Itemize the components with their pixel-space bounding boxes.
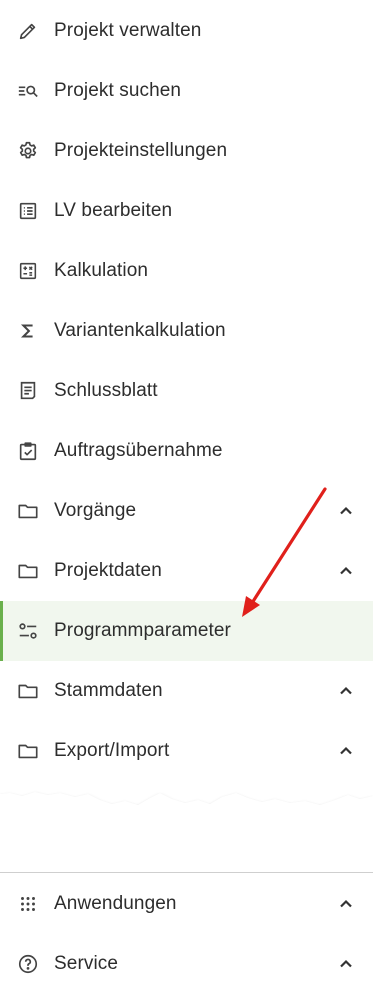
menu-item-variantenkalkulation[interactable]: Variantenkalkulation <box>0 301 373 361</box>
chevron-up-icon[interactable] <box>336 894 356 914</box>
sigma-icon <box>16 319 40 343</box>
menu-item-auftragsuebernahme[interactable]: Auftragsübernahme <box>0 421 373 481</box>
chevron-up-icon[interactable] <box>336 954 356 974</box>
menu-item-label: Service <box>54 953 119 974</box>
menu-item-label: Programmparameter <box>54 620 231 641</box>
chevron-up-icon[interactable] <box>336 741 356 761</box>
folder-icon <box>16 499 40 523</box>
list-document-icon <box>16 199 40 223</box>
folder-icon <box>16 679 40 703</box>
menu-item-label: Vorgänge <box>54 500 137 521</box>
menu-item-label: Projekt suchen <box>54 80 182 101</box>
menu-item-anwendungen[interactable]: Anwendungen <box>0 874 373 934</box>
menu-item-label: Stammdaten <box>54 680 163 701</box>
pencil-icon <box>16 19 40 43</box>
menu-item-service[interactable]: Service <box>0 934 373 994</box>
folder-icon <box>16 739 40 763</box>
menu-item-schlussblatt[interactable]: Schlussblatt <box>0 361 373 421</box>
menu-item-label: Projektdaten <box>54 560 162 581</box>
torn-edge-divider <box>0 792 373 822</box>
menu-item-vorgaenge[interactable]: Vorgänge <box>0 481 373 541</box>
menu-item-export-import[interactable]: Export/Import <box>0 721 373 781</box>
menu-item-label: Variantenkalkulation <box>54 320 226 341</box>
menu-item-projekt-verwalten[interactable]: Projekt verwalten <box>0 1 373 61</box>
menu-item-label: LV bearbeiten <box>54 200 173 221</box>
menu-item-label: Projekt verwalten <box>54 20 202 41</box>
menu-item-label: Auftragsübernahme <box>54 440 223 461</box>
clipboard-check-icon <box>16 439 40 463</box>
menu-item-projekt-suchen[interactable]: Projekt suchen <box>0 61 373 121</box>
menu-item-label: Kalkulation <box>54 260 149 281</box>
menu-item-label: Anwendungen <box>54 893 177 914</box>
chevron-up-icon[interactable] <box>336 501 356 521</box>
help-circle-icon <box>16 952 40 976</box>
menu-item-programmparameter[interactable]: Programmparameter <box>0 601 373 661</box>
menu-item-kalkulation[interactable]: Kalkulation <box>0 241 373 301</box>
bottom-divider <box>0 872 373 873</box>
gear-icon <box>16 139 40 163</box>
apps-grid-icon <box>16 892 40 916</box>
folder-icon <box>16 559 40 583</box>
menu-item-projektdaten[interactable]: Projektdaten <box>0 541 373 601</box>
calculator-icon <box>16 259 40 283</box>
chevron-up-icon[interactable] <box>336 561 356 581</box>
chevron-up-icon[interactable] <box>336 681 356 701</box>
settings-sliders-icon <box>16 619 40 643</box>
menu-item-stammdaten[interactable]: Stammdaten <box>0 661 373 721</box>
menu-item-label: Export/Import <box>54 740 170 761</box>
menu-item-label: Projekteinstellungen <box>54 140 228 161</box>
menu-item-projekteinstellungen[interactable]: Projekteinstellungen <box>0 121 373 181</box>
receipt-icon <box>16 379 40 403</box>
search-list-icon <box>16 79 40 103</box>
menu-item-lv-bearbeiten[interactable]: LV bearbeiten <box>0 181 373 241</box>
menu-item-label: Schlussblatt <box>54 380 158 401</box>
